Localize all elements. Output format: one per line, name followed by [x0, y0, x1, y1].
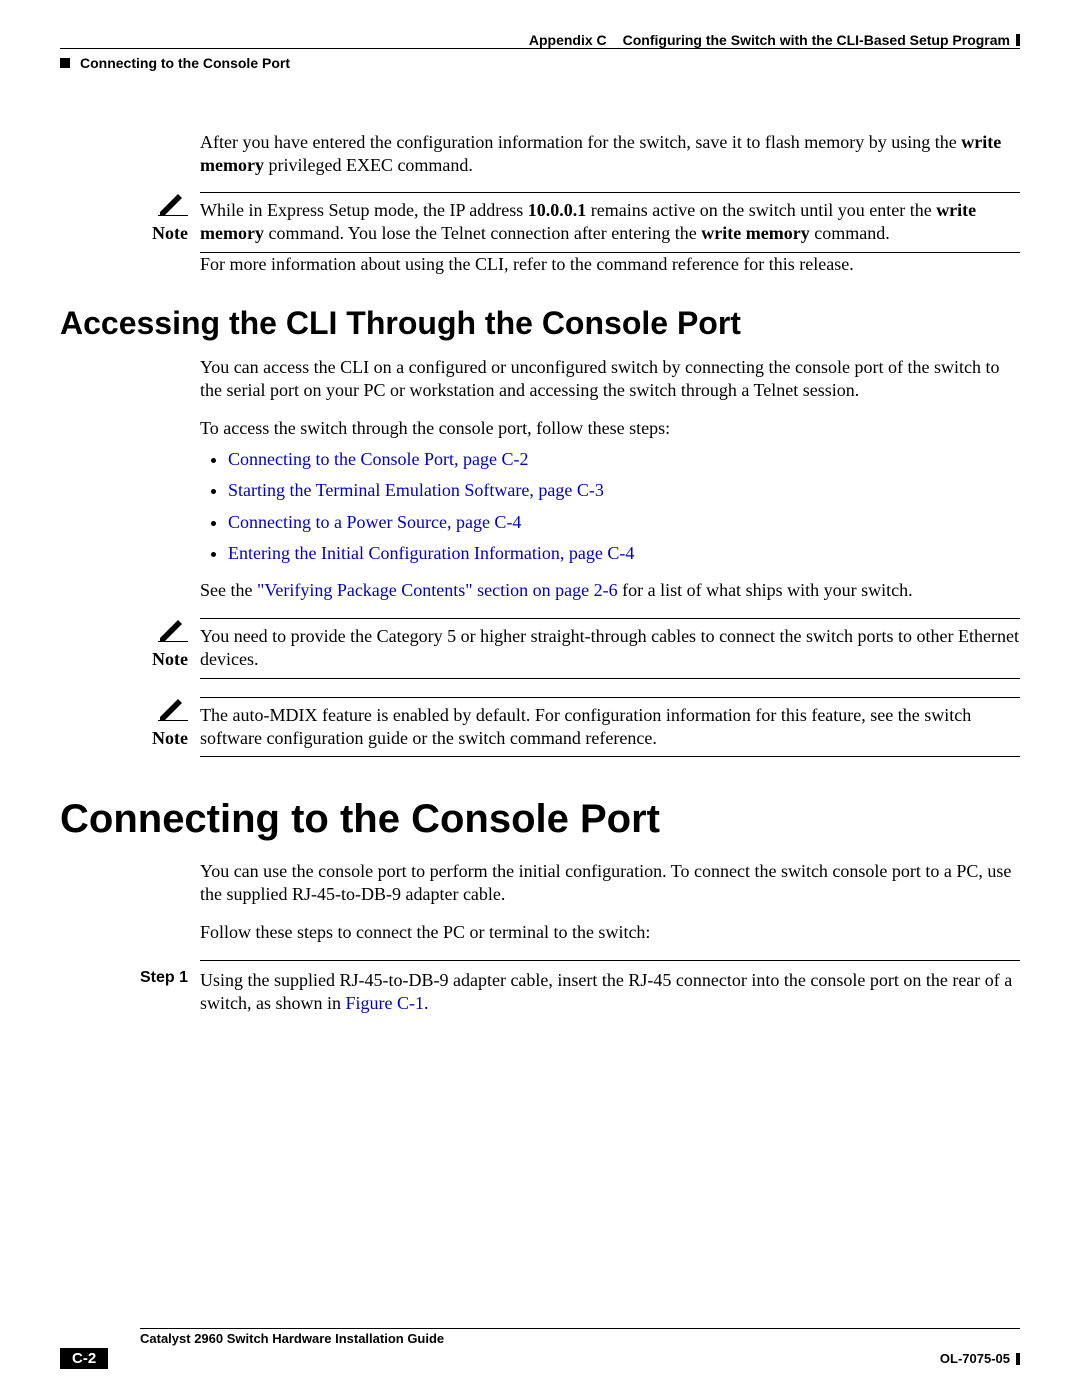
step-body: Using the supplied RJ-45-to-DB-9 adapter…	[200, 969, 1020, 1016]
intro-paragraph: After you have entered the configuration…	[200, 131, 1020, 176]
step-label: Step 1	[60, 969, 200, 1016]
list-item: Connecting to a Power Source, page C-4	[228, 511, 1020, 534]
xref-link[interactable]: Connecting to the Console Port, page C-2	[228, 449, 528, 469]
note-block-3: Note The auto-MDIX feature is enabled by…	[60, 697, 1020, 758]
intro-text-b: privileged EXEC command.	[264, 155, 473, 175]
step-row: Step 1 Using the supplied RJ-45-to-DB-9 …	[60, 969, 1020, 1016]
pencil-icon	[158, 192, 188, 221]
header-divider	[60, 48, 1020, 49]
note1-text-d: command.	[810, 223, 890, 243]
header-bar-icon	[1016, 34, 1020, 46]
xref-link[interactable]: Figure C-1	[346, 993, 425, 1013]
xref-link[interactable]: Connecting to a Power Source, page C-4	[228, 512, 521, 532]
note-label: Note	[152, 728, 188, 748]
connecting-p2: Follow these steps to connect the PC or …	[200, 921, 1020, 944]
note-block-2: Note You need to provide the Category 5 …	[60, 618, 1020, 679]
header-section-row: Connecting to the Console Port	[60, 55, 1020, 71]
xref-link[interactable]: "Verifying Package Contents" section on …	[257, 580, 618, 600]
xref-link[interactable]: Starting the Terminal Emulation Software…	[228, 480, 604, 500]
page-footer: Catalyst 2960 Switch Hardware Installati…	[60, 1328, 1020, 1369]
note-top-rule	[200, 192, 1020, 193]
section-marker-icon	[60, 58, 70, 68]
step-divider	[200, 960, 1020, 961]
step1-text-b: .	[424, 993, 429, 1013]
footer-guide-title: Catalyst 2960 Switch Hardware Installati…	[140, 1331, 1020, 1346]
note3-text: The auto-MDIX feature is enabled by defa…	[200, 705, 971, 748]
list-item: Connecting to the Console Port, page C-2	[228, 448, 1020, 471]
heading-connecting-console-port: Connecting to the Console Port	[60, 797, 1020, 842]
pencil-icon	[158, 697, 188, 726]
accessing-p1: You can access the CLI on a configured o…	[200, 356, 1020, 401]
note-bottom-rule	[200, 678, 1020, 679]
note-block-1: Note While in Express Setup mode, the IP…	[60, 192, 1020, 253]
xref-link[interactable]: Entering the Initial Configuration Infor…	[228, 543, 634, 563]
header-appendix-row: Appendix C Configuring the Switch with t…	[60, 32, 1020, 48]
note1-text-a: While in Express Setup mode, the IP addr…	[200, 200, 528, 220]
page-number-badge: C-2	[60, 1348, 108, 1369]
heading-accessing-cli: Accessing the CLI Through the Console Po…	[60, 305, 1020, 342]
see-the-paragraph: See the "Verifying Package Contents" sec…	[200, 579, 1020, 602]
note-top-rule	[200, 618, 1020, 619]
note1-text-c: command. You lose the Telnet connection …	[264, 223, 701, 243]
pencil-icon	[158, 618, 188, 647]
accessing-p2: To access the switch through the console…	[200, 417, 1020, 440]
see-the-a: See the	[200, 580, 257, 600]
section-label: Connecting to the Console Port	[80, 55, 290, 71]
note-label: Note	[152, 649, 188, 669]
list-item: Entering the Initial Configuration Infor…	[228, 542, 1020, 565]
note1-text-b: remains active on the switch until you e…	[586, 200, 936, 220]
publication-id: OL-7075-05	[940, 1351, 1010, 1366]
connecting-p1: You can use the console port to perform …	[200, 860, 1020, 905]
see-the-b: for a list of what ships with your switc…	[618, 580, 913, 600]
note-top-rule	[200, 697, 1020, 698]
steps-list: Connecting to the Console Port, page C-2…	[200, 448, 1020, 566]
note-label: Note	[152, 223, 188, 243]
appendix-title: Configuring the Switch with the CLI-Base…	[623, 32, 1010, 48]
intro-text-a: After you have entered the configuration…	[200, 132, 961, 152]
list-item: Starting the Terminal Emulation Software…	[228, 479, 1020, 502]
footer-rule	[140, 1328, 1020, 1329]
note2-text: You need to provide the Category 5 or hi…	[200, 626, 1019, 669]
step1-text-a: Using the supplied RJ-45-to-DB-9 adapter…	[200, 970, 1012, 1013]
footer-bar-icon	[1016, 1353, 1020, 1365]
more-info-paragraph: For more information about using the CLI…	[200, 253, 1020, 276]
note1-cmd2: write memory	[701, 223, 809, 243]
appendix-label: Appendix C	[529, 32, 607, 48]
note-bottom-rule	[200, 756, 1020, 757]
note1-ip: 10.0.0.1	[528, 200, 587, 220]
